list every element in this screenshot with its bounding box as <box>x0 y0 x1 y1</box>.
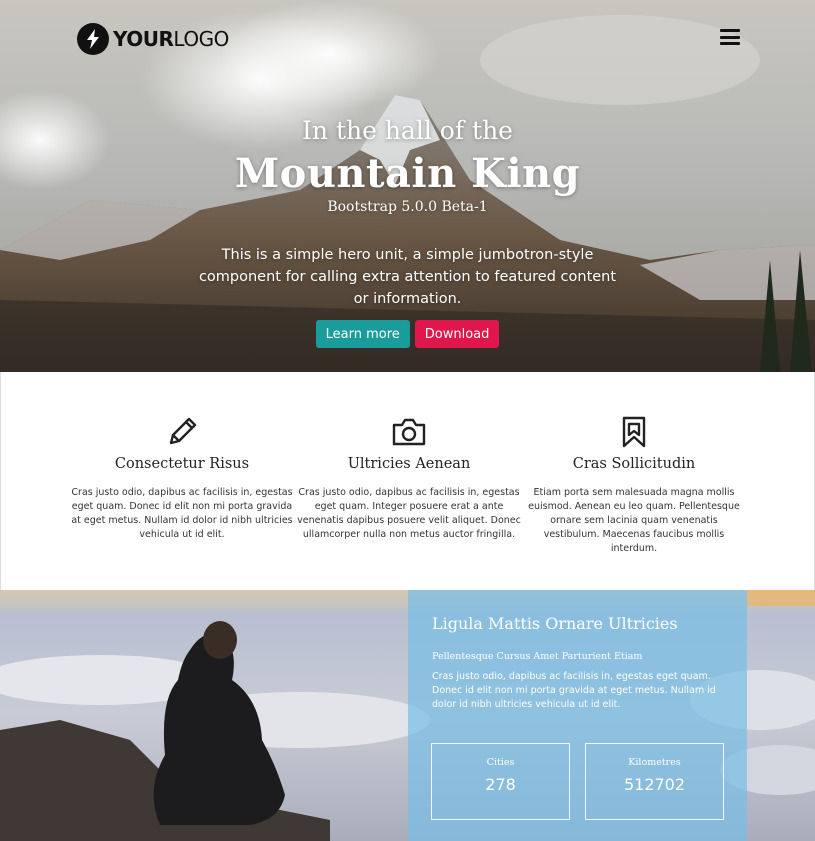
hero-lead: This is a simple hero unit, a simple jum… <box>198 247 617 307</box>
learn-more-button[interactable]: Learn more <box>315 320 410 348</box>
features-section: Consectetur Risus Cras justo odio, dapib… <box>0 372 815 590</box>
bookmark-icon <box>521 414 747 450</box>
hero-subtitle: In the hall of the <box>302 116 513 145</box>
stat-value: 278 <box>485 775 516 794</box>
hero-title: Mountain King <box>234 150 581 197</box>
hero-section: YOURLOGO In the hall of the Mountain Kin… <box>0 0 815 372</box>
stats-row: Cities 278 Kilometres 512702 <box>431 743 724 820</box>
feature-title: Cras Sollicitudin <box>572 456 696 472</box>
lightning-bolt-icon <box>77 23 109 55</box>
feature-text: Cras justo odio, dapibus ac facilisis in… <box>297 487 521 540</box>
feature-text: Etiam porta sem malesuada magna mollis e… <box>528 487 740 554</box>
site-logo[interactable]: YOURLOGO <box>77 23 229 55</box>
logo-text: YOURLOGO <box>113 27 229 51</box>
info-panel: Ligula Mattis Ornare Ultricies Pellentes… <box>408 590 747 841</box>
stat-box-cities: Cities 278 <box>431 743 570 820</box>
stat-value: 512702 <box>623 775 686 794</box>
hero-version: Bootstrap 5.0.0 Beta-1 <box>327 199 488 215</box>
stat-box-kilometres: Kilometres 512702 <box>585 743 724 820</box>
feature-card: Ultricies Aenean Cras justo odio, dapibu… <box>296 414 522 542</box>
feature-card: Cras Sollicitudin Etiam porta sem malesu… <box>521 414 747 556</box>
feature-text: Cras justo odio, dapibus ac facilisis in… <box>71 487 293 540</box>
stat-label: Cities <box>486 757 515 768</box>
feature-title: Ultricies Aenean <box>347 456 471 472</box>
stats-section: Ligula Mattis Ornare Ultricies Pellentes… <box>0 590 815 841</box>
download-button[interactable]: Download <box>414 320 500 348</box>
panel-text: Cras justo odio, dapibus ac facilisis in… <box>432 671 716 710</box>
pencil-icon <box>69 414 295 450</box>
hamburger-menu-icon[interactable] <box>720 29 740 45</box>
camera-icon <box>296 414 522 450</box>
panel-subtitle: Pellentesque Cursus Amet Parturient Etia… <box>432 651 643 662</box>
feature-title: Consectetur Risus <box>114 456 250 472</box>
stat-label: Kilometres <box>628 757 681 768</box>
hero-buttons: Learn more Download <box>0 320 815 348</box>
feature-card: Consectetur Risus Cras justo odio, dapib… <box>69 414 295 542</box>
panel-title: Ligula Mattis Ornare Ultricies <box>432 614 678 633</box>
